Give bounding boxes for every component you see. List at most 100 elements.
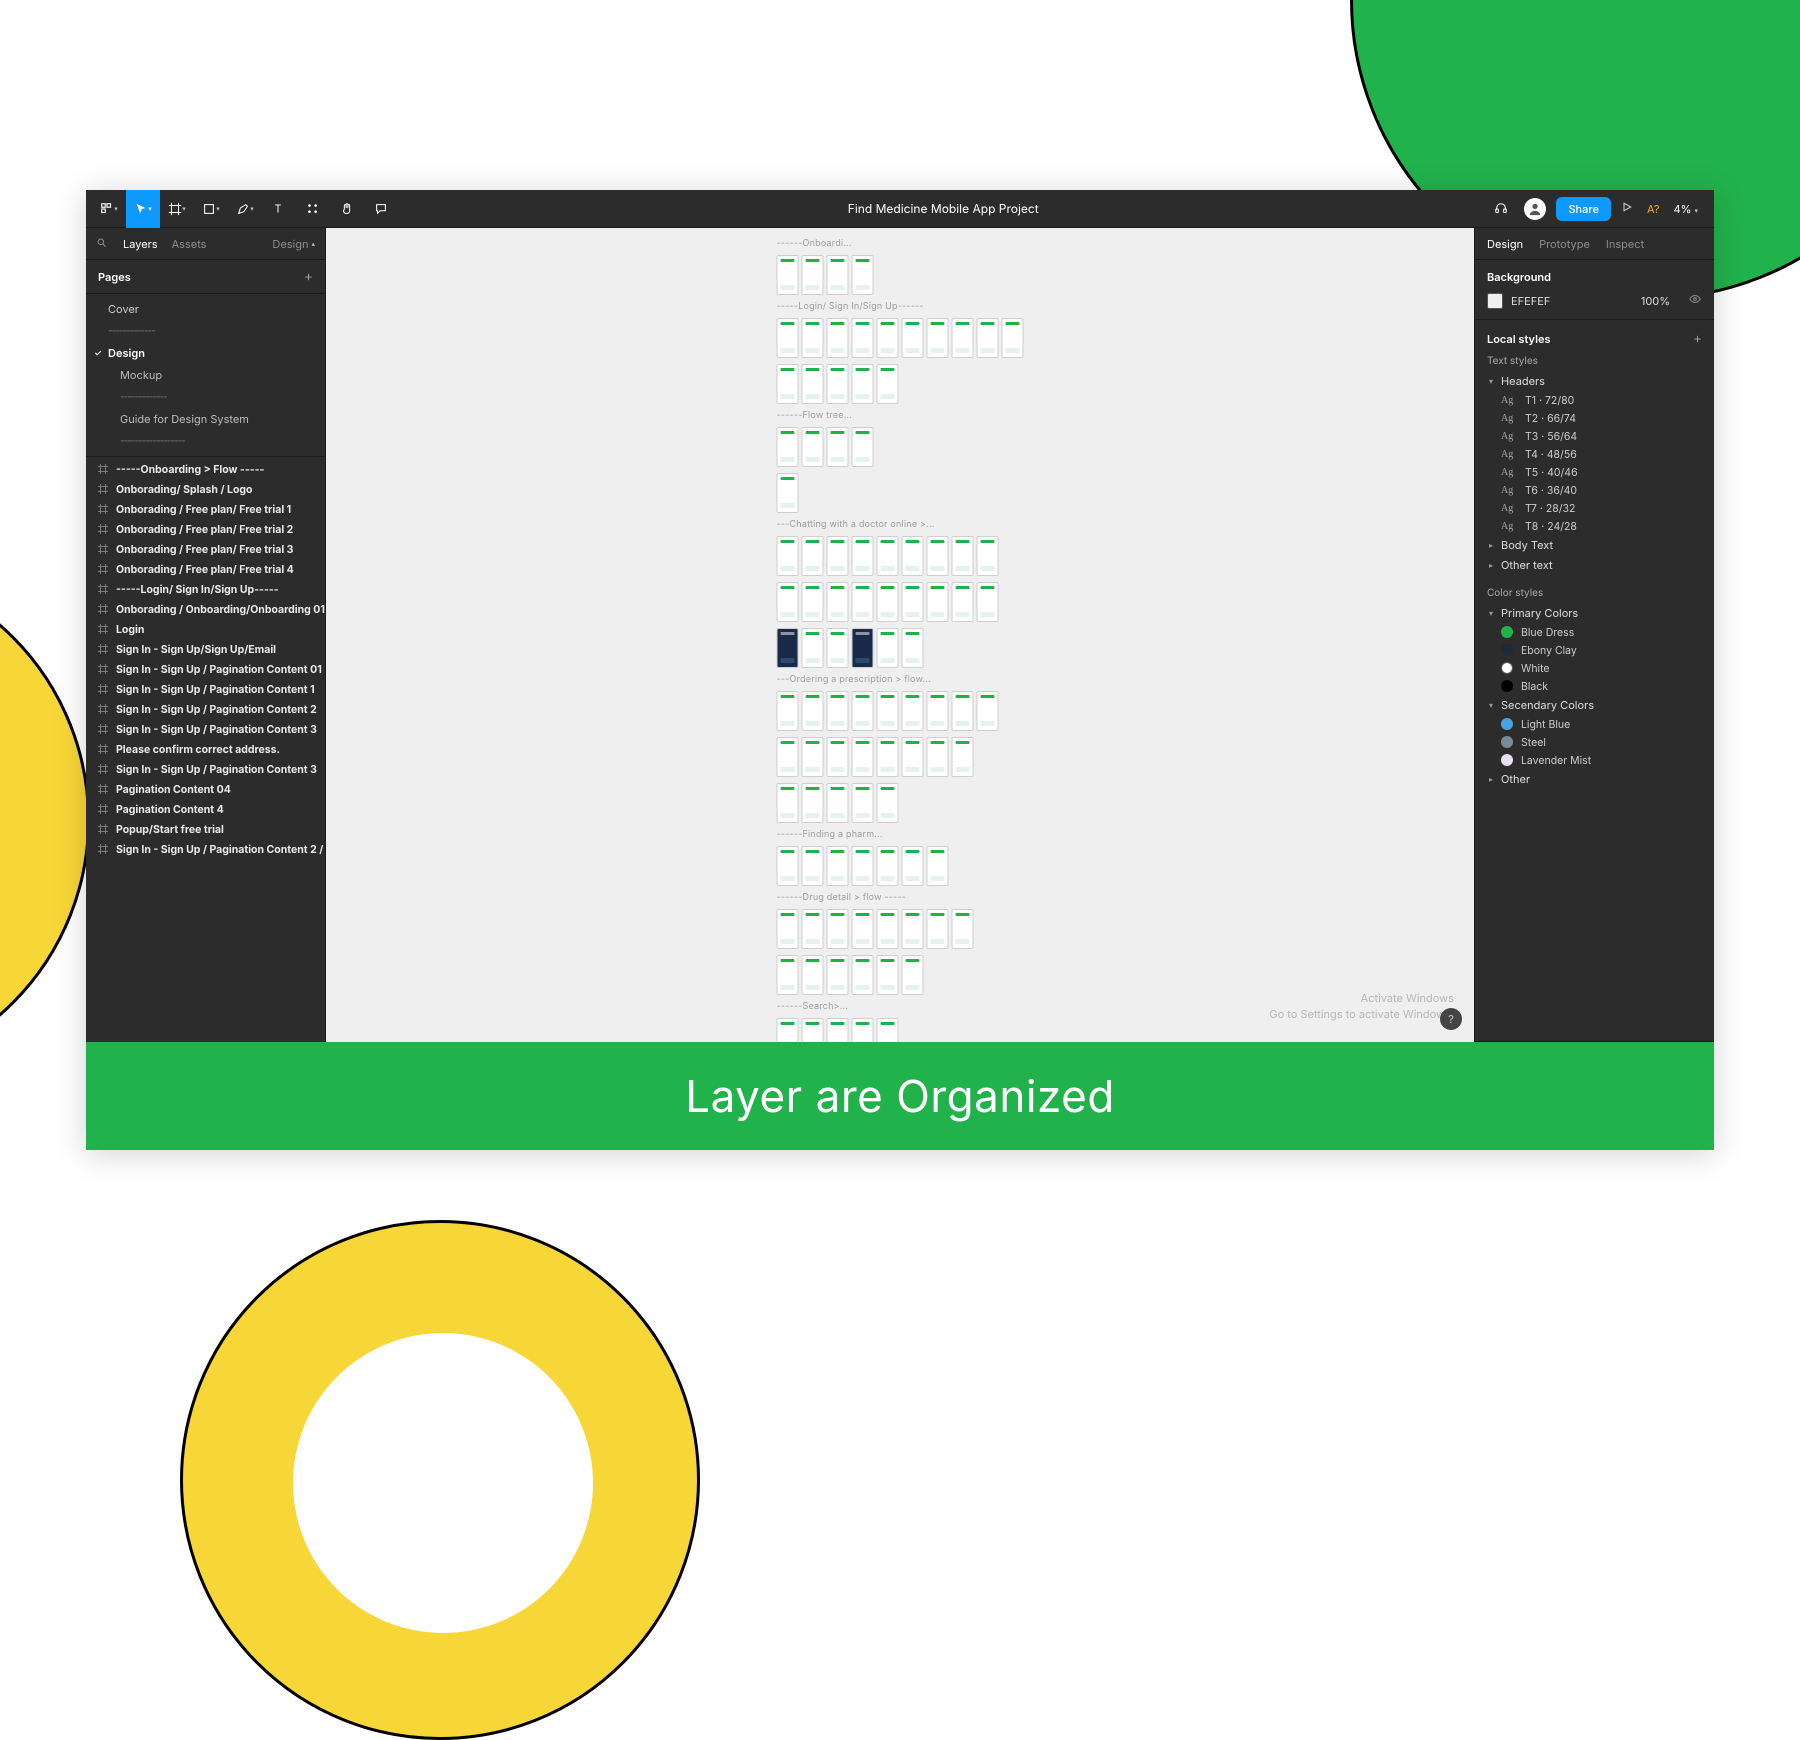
canvas-frame-thumbnail[interactable]	[802, 318, 824, 358]
background-opacity[interactable]: 100%	[1641, 294, 1670, 308]
color-style-row[interactable]: Black	[1487, 677, 1702, 695]
canvas-frame-thumbnail[interactable]	[877, 909, 899, 949]
background-hex[interactable]: EFEFEF	[1511, 294, 1633, 308]
other-colors-group[interactable]: ▸Other	[1487, 769, 1702, 789]
color-style-row[interactable]: White	[1487, 659, 1702, 677]
canvas-frame-thumbnail[interactable]	[952, 691, 974, 731]
canvas-frame-thumbnail[interactable]	[877, 846, 899, 886]
color-style-row[interactable]: Blue Dress	[1487, 623, 1702, 641]
canvas-frame-thumbnail[interactable]	[852, 909, 874, 949]
canvas-frame-thumbnail[interactable]	[777, 955, 799, 995]
frame-tool-button[interactable]: ▾	[160, 190, 194, 228]
color-style-row[interactable]: Light Blue	[1487, 715, 1702, 733]
canvas-frame-thumbnail[interactable]	[802, 255, 824, 295]
add-style-button[interactable]: +	[1693, 330, 1702, 347]
canvas-frame-thumbnail[interactable]	[877, 628, 899, 668]
text-style-row[interactable]: AgT2 · 66/74	[1487, 409, 1702, 427]
canvas-frame-thumbnail[interactable]	[902, 536, 924, 576]
canvas-frame-thumbnail[interactable]	[827, 427, 849, 467]
canvas-frame-thumbnail[interactable]	[802, 691, 824, 731]
canvas-frame-thumbnail[interactable]	[852, 255, 874, 295]
canvas-frame-thumbnail[interactable]	[802, 909, 824, 949]
canvas-frame-thumbnail[interactable]	[877, 737, 899, 777]
document-title[interactable]: Find Medicine Mobile App Project	[398, 201, 1488, 216]
layer-row[interactable]: -----Onboarding > Flow -----	[86, 459, 325, 479]
text-style-row[interactable]: AgT5 · 40/46	[1487, 463, 1702, 481]
canvas-frame-thumbnail[interactable]	[827, 1018, 849, 1042]
canvas-frame-thumbnail[interactable]	[852, 955, 874, 995]
canvas-frame-thumbnail[interactable]	[802, 536, 824, 576]
canvas-frame-thumbnail[interactable]	[902, 737, 924, 777]
text-style-row[interactable]: AgT1 · 72/80	[1487, 391, 1702, 409]
pen-tool-button[interactable]: ▾	[228, 190, 262, 228]
canvas-frame-thumbnail[interactable]	[827, 846, 849, 886]
canvas-frame-thumbnail[interactable]	[827, 909, 849, 949]
text-style-row[interactable]: AgT4 · 48/56	[1487, 445, 1702, 463]
canvas-frame-thumbnail[interactable]	[777, 846, 799, 886]
canvas-frame-thumbnail[interactable]	[777, 783, 799, 823]
move-tool-button[interactable]: ▾	[126, 190, 160, 228]
layer-row[interactable]: Login	[86, 619, 325, 639]
layer-row[interactable]: Pagination Content 4	[86, 799, 325, 819]
secondary-colors-group[interactable]: ▾Secendary Colors	[1487, 695, 1702, 715]
canvas-frame-thumbnail[interactable]	[827, 737, 849, 777]
canvas-frame-thumbnail[interactable]	[827, 364, 849, 404]
search-icon[interactable]	[96, 237, 107, 251]
canvas-frame-thumbnail[interactable]	[877, 364, 899, 404]
text-style-row[interactable]: AgT8 · 24/28	[1487, 517, 1702, 535]
text-style-row[interactable]: AgT3 · 56/64	[1487, 427, 1702, 445]
comment-tool-button[interactable]	[364, 190, 398, 228]
canvas-frame-thumbnail[interactable]	[877, 691, 899, 731]
canvas-frame-thumbnail[interactable]	[802, 628, 824, 668]
canvas-frame-thumbnail[interactable]	[877, 955, 899, 995]
other-text-group[interactable]: ▸Other text	[1487, 555, 1702, 575]
tab-design[interactable]: Design	[1487, 237, 1523, 251]
canvas-frame-thumbnail[interactable]	[952, 536, 974, 576]
canvas-frame-thumbnail[interactable]	[777, 691, 799, 731]
canvas-frame-thumbnail[interactable]	[852, 691, 874, 731]
canvas-frame-thumbnail[interactable]	[952, 318, 974, 358]
layer-row[interactable]: Sign In - Sign Up / Pagination Content 1	[86, 679, 325, 699]
layer-row[interactable]: Sign In - Sign Up / Pagination Content 3	[86, 759, 325, 779]
canvas-frame-thumbnail[interactable]	[927, 582, 949, 622]
layer-row[interactable]: Onborading / Free plan/ Free trial 1	[86, 499, 325, 519]
canvas-frame-thumbnail[interactable]	[827, 318, 849, 358]
canvas-frame-thumbnail[interactable]	[1002, 318, 1024, 358]
present-button[interactable]	[1621, 201, 1633, 216]
layer-row[interactable]: -----Login/ Sign In/Sign Up-----	[86, 579, 325, 599]
canvas-frame-thumbnail[interactable]	[952, 909, 974, 949]
page-dropdown[interactable]: Design ▴	[272, 237, 315, 251]
resources-button[interactable]	[296, 190, 330, 228]
page-row[interactable]: Cover	[86, 298, 325, 320]
page-row[interactable]: Guide for Design System	[86, 408, 325, 430]
canvas-frame-thumbnail[interactable]	[852, 628, 874, 668]
canvas-frame-thumbnail[interactable]	[777, 318, 799, 358]
layer-row[interactable]: Sign In - Sign Up / Pagination Content 3	[86, 719, 325, 739]
canvas-frame-thumbnail[interactable]	[877, 783, 899, 823]
canvas-frame-thumbnail[interactable]	[927, 737, 949, 777]
canvas-frame-thumbnail[interactable]	[827, 582, 849, 622]
canvas-frame-thumbnail[interactable]	[852, 427, 874, 467]
headers-group[interactable]: ▾Headers	[1487, 371, 1702, 391]
canvas-frame-thumbnail[interactable]	[852, 737, 874, 777]
canvas-frame-thumbnail[interactable]	[927, 909, 949, 949]
canvas-frame-thumbnail[interactable]	[952, 582, 974, 622]
canvas-frame-thumbnail[interactable]	[777, 536, 799, 576]
canvas-frame-thumbnail[interactable]	[902, 846, 924, 886]
canvas-frame-thumbnail[interactable]	[977, 691, 999, 731]
canvas-frame-thumbnail[interactable]	[777, 473, 799, 513]
primary-colors-group[interactable]: ▾Primary Colors	[1487, 603, 1702, 623]
share-button[interactable]: Share	[1556, 197, 1610, 221]
canvas-frame-thumbnail[interactable]	[777, 909, 799, 949]
body-text-group[interactable]: ▸Body Text	[1487, 535, 1702, 555]
layer-row[interactable]: Popup/Start free trial	[86, 819, 325, 839]
canvas-frame-thumbnail[interactable]	[827, 628, 849, 668]
zoom-level[interactable]: 4% ▾	[1673, 202, 1698, 216]
canvas-frame-thumbnail[interactable]	[777, 364, 799, 404]
background-swatch[interactable]	[1487, 293, 1503, 309]
canvas-frame-thumbnail[interactable]	[852, 582, 874, 622]
tab-inspect[interactable]: Inspect	[1606, 237, 1644, 251]
layer-row[interactable]: Onborading/ Splash / Logo	[86, 479, 325, 499]
color-style-row[interactable]: Steel	[1487, 733, 1702, 751]
text-tool-button[interactable]: T	[262, 190, 296, 228]
